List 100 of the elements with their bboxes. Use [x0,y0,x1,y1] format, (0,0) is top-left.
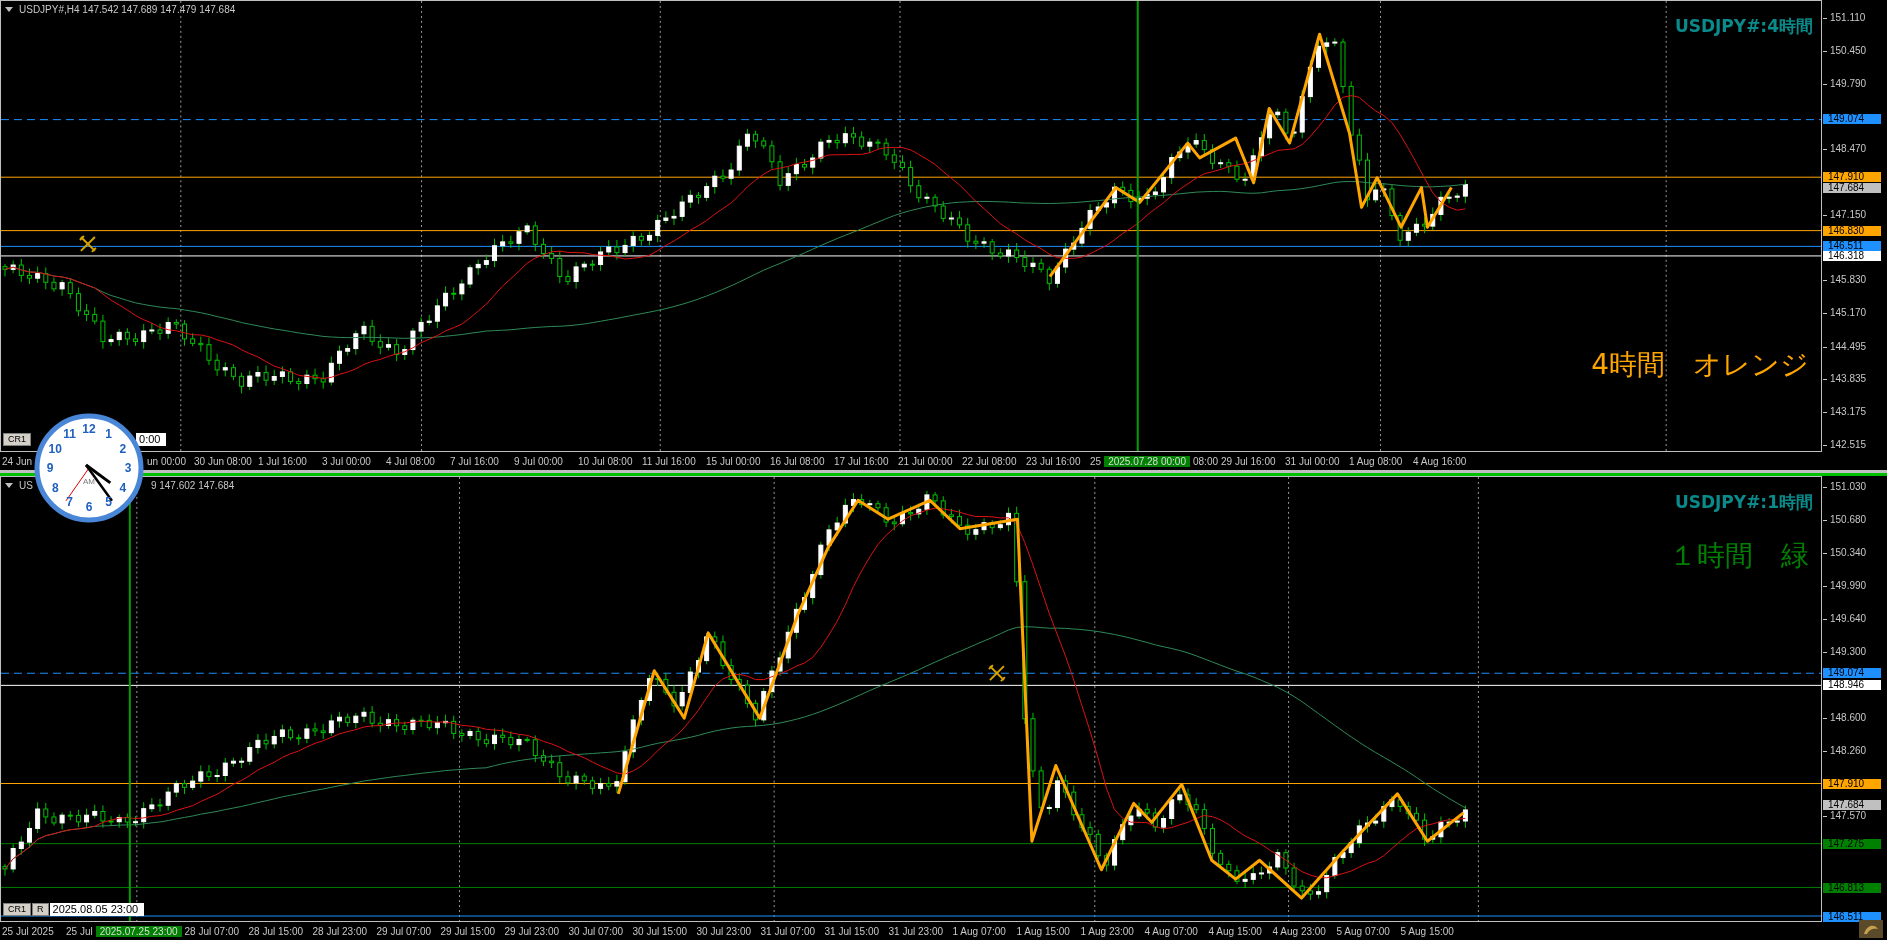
time-axis-label: 10 Jul 08:00 [578,455,634,467]
clock-numeral: 8 [51,480,59,495]
price-axis-label: 148.470 [1822,144,1867,155]
time-axis-label: 5 Aug 15:00 [1400,925,1455,937]
time-axis-label: 31 Jul 07:00 [760,925,817,937]
time-axis-label: 4 Aug 16:00 [1413,455,1468,467]
price-axis-label: 148.600 [1822,713,1867,724]
time-axis-label: 28 Jul 07:00 [184,925,241,937]
price-axis-label: 143.835 [1822,374,1867,385]
time-axis-label: 29 Jul 15:00 [440,925,497,937]
time-axis-label: 30 Jul 23:00 [696,925,753,937]
price-axis-label: 150.680 [1822,515,1867,526]
time-axis-label: 31 Jul 15:00 [824,925,881,937]
price-axis-label: 149.790 [1822,78,1867,89]
chart-header-text: 9 147.602 147.684 [150,480,235,491]
chart-header-text: US [19,480,33,491]
time-axis-label: 08:00 [1193,455,1219,467]
price-tag: 146.830 [1823,225,1881,236]
price-tag: 147.684 [1823,800,1881,811]
timeframe-note: 4時間 オレンジ [1591,347,1809,383]
toolbar-button[interactable]: CR1 [3,433,31,446]
toolbar-button[interactable]: R [32,903,49,916]
time-axis-label: 30 Jul 15:00 [632,925,689,937]
price-axis-label: 149.300 [1822,646,1867,657]
price-tag: 147.275 [1823,839,1881,850]
symbol-label: USDJPY#:4時間 [1674,15,1813,38]
clock-numeral: 3 [124,461,132,475]
time-axis-label: 28 Jul 23:00 [312,925,369,937]
price-axis-label: 144.495 [1822,341,1867,352]
time-axis-label: 3 Jul 00:00 [322,455,372,467]
price-axis-label: 148.260 [1822,745,1867,756]
time-axis-label: 1 Aug 15:00 [1016,925,1071,937]
crosshair-time-label: 2025.07.25 23:00 [95,925,182,937]
price-tag: 147.910 [1823,778,1881,789]
price-axis-label: 150.450 [1822,45,1867,56]
price-tag: 147.684 [1823,183,1881,194]
price-axis-label: 143.175 [1822,407,1867,418]
price-tag: 146.318 [1823,251,1881,262]
time-axis-label: 30 Jun 08:00 [194,455,253,467]
price-axis-label: 150.340 [1822,547,1867,558]
time-axis-label: 1 Jul 16:00 [258,455,308,467]
time-axis-label: 29 Jul 07:00 [376,925,433,937]
clock-numeral: 10 [48,441,62,456]
clock-numeral: 6 [85,500,93,514]
price-tag: 149.074 [1823,114,1881,125]
time-axis-label: 17 Jul 16:00 [834,455,890,467]
time-axis-label: 24 Jun [2,455,34,467]
time-axis-label: 7 Jul 16:00 [450,455,500,467]
clock-numeral: 12 [82,422,96,436]
price-tag: 146.813 [1823,883,1881,894]
time-axis-label: 29 Jul 16:00 [1221,455,1277,467]
price-axis-label: 151.030 [1822,482,1867,492]
time-axis-label: 25 Jul 2025 [2,925,55,937]
clock-numeral: 5 [105,494,112,509]
time-axis-label: 29 Jul 23:00 [504,925,561,937]
price-axis-label: 147.150 [1822,209,1867,220]
time-axis-label: 5 Aug 07:00 [1336,925,1391,937]
price-axis-label: 147.570 [1822,811,1867,822]
time-axis-label: 4 Aug 23:00 [1272,925,1327,937]
chart-header-text: USDJPY#,H4 147.542 147.689 147.479 147.684 [19,4,236,15]
time-axis-label: 16 Jul 08:00 [770,455,826,467]
price-axis-label: 149.640 [1822,614,1867,625]
timeframe-note: １時間 緑 [1669,538,1809,574]
time-axis-label: un 00:00 [146,455,187,467]
clock-numeral: 1 [105,427,112,442]
time-axis-label: 28 Jul 15:00 [248,925,305,937]
time-axis-label: 31 Jul 23:00 [888,925,945,937]
price-axis-label: 151.110 [1822,13,1866,23]
price-tag: 149.074 [1823,668,1881,679]
price-axis-label: 145.170 [1822,308,1867,319]
time-axis-label: 1 Aug 23:00 [1080,925,1135,937]
time-axis-label: 21 Jul 00:00 [898,455,954,467]
time-axis-label: 23 Jul 16:00 [1026,455,1082,467]
clock-period-label: AM [83,477,95,486]
time-axis-label: 11 Jul 16:00 [642,455,697,467]
time-axis-label: 9 Jul 00:00 [514,455,564,467]
time-axis-label: 1 Aug 08:00 [1349,455,1404,467]
clock-numeral: 9 [46,461,54,475]
price-axis-label: 142.515 [1822,440,1867,450]
price-axis-label: 145.830 [1822,275,1867,286]
time-axis-label: 15 Jul 00:00 [706,455,762,467]
time-axis-label: 4 Aug 07:00 [1144,925,1199,937]
time-axis-label: 4 Jul 08:00 [386,455,436,467]
time-axis-label: 25 [1090,455,1103,467]
time-axis-label: 30 Jul 07:00 [568,925,625,937]
crosshair-time-label: 2025.07.28 00:00 [1104,455,1190,467]
price-axis-label: 149.990 [1822,580,1867,591]
time-axis-label: 31 Jul 00:00 [1285,455,1341,467]
clock-numeral: 11 [63,427,76,442]
date-input-field[interactable]: 2025.08.05 23:00 [49,903,145,916]
time-axis-label: 1 Aug 07:00 [952,925,1007,937]
time-axis-label: 4 Aug 15:00 [1208,925,1263,937]
price-tag: 148.946 [1823,680,1881,691]
clock-numeral: 7 [66,494,73,509]
price-tag: 146.511 [1823,241,1881,252]
symbol-label: USDJPY#:1時間 [1674,491,1813,514]
time-axis-label: 22 Jul 08:00 [962,455,1018,467]
toolbar-button[interactable]: CR1 [3,903,31,916]
date-input-field[interactable]: 0:00 [136,433,167,446]
clock-numeral: 4 [119,480,127,495]
